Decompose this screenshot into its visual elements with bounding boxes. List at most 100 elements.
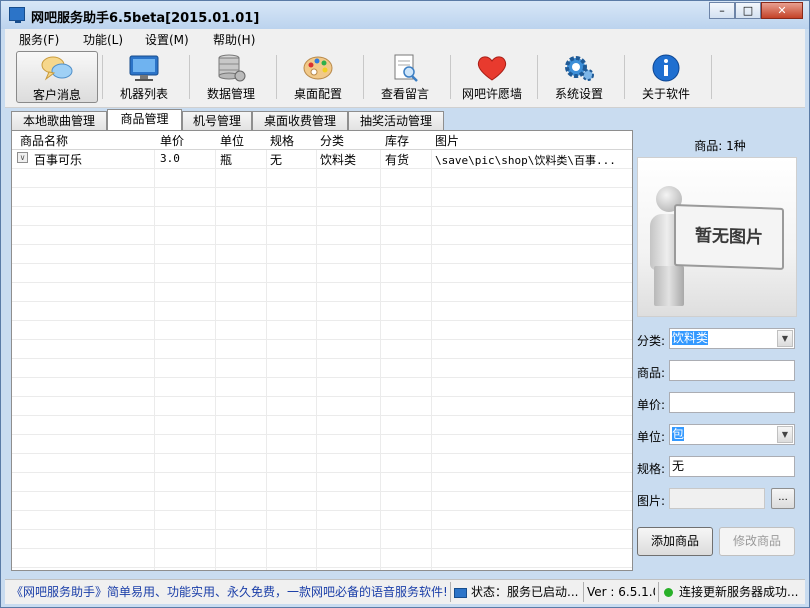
column-header-name[interactable]: 商品名称 xyxy=(20,132,68,149)
menu-bar: 服务(F) 功能(L) 设置(M) 帮助(H) xyxy=(5,29,805,49)
title-bar: 网吧服务助手6.5beta[2015.01.01] – □ ✕ xyxy=(1,1,809,29)
cell-image: \save\pic\shop\饮料类\百事... xyxy=(435,154,616,167)
table-row[interactable]: ∨ 百事可乐 3.0 瓶 无 饮料类 有货 \save\pic\shop\饮料类… xyxy=(12,150,632,168)
column-header-image[interactable]: 图片 xyxy=(435,132,459,149)
spec-row: 规格: 无 xyxy=(637,456,803,478)
chevron-down-icon[interactable]: ▼ xyxy=(777,426,793,443)
tool-system-settings[interactable]: 系统设置 xyxy=(538,51,620,103)
tool-wish-wall[interactable]: 网吧许愿墙 xyxy=(451,51,533,103)
category-select[interactable]: 饮料类 ▼ xyxy=(669,328,795,349)
chevron-down-icon[interactable]: ▼ xyxy=(777,330,793,347)
unit-selected-value: 包 xyxy=(672,427,685,441)
palette-icon xyxy=(301,53,335,83)
status-divider xyxy=(658,582,659,602)
tool-about[interactable]: 关于软件 xyxy=(625,51,707,103)
product-input[interactable] xyxy=(669,360,795,381)
category-row: 分类: 饮料类 ▼ xyxy=(637,328,803,350)
status-version: Ver : 6.5.1.0 xyxy=(587,585,655,599)
app-monitor-icon xyxy=(9,7,25,23)
status-divider xyxy=(450,582,451,602)
status-divider xyxy=(583,582,584,602)
price-input[interactable] xyxy=(669,392,795,413)
info-icon xyxy=(649,53,683,83)
status-connection: 连接更新服务器成功... xyxy=(662,583,802,601)
product-image-preview: 暂无图片 xyxy=(637,157,797,317)
monitor-icon xyxy=(127,53,161,83)
tool-label: 系统设置 xyxy=(554,87,603,101)
row-line xyxy=(12,168,632,169)
tab-products[interactable]: 商品管理 xyxy=(107,109,182,130)
tool-machine-list[interactable]: 机器列表 xyxy=(103,51,185,103)
tool-customer-messages[interactable]: 客户消息 xyxy=(16,51,98,103)
row-line xyxy=(12,225,632,226)
monitor-icon xyxy=(454,587,467,598)
row-line xyxy=(12,491,632,492)
product-count: 商品: 1种 xyxy=(694,139,746,153)
tab-lottery[interactable]: 抽奖活动管理 xyxy=(348,111,444,130)
tab-local-songs[interactable]: 本地歌曲管理 xyxy=(11,111,107,130)
maximize-button[interactable]: □ xyxy=(735,2,761,19)
price-row: 单价: xyxy=(637,392,803,414)
status-connection-text: 连接更新服务器成功... xyxy=(679,585,799,599)
row-line xyxy=(12,567,632,568)
row-line xyxy=(12,434,632,435)
column-header-price[interactable]: 单价 xyxy=(160,132,184,149)
status-bar: 《网吧服务助手》简单易用、功能实用、永久免费，一款网吧必备的语音服务软件! 状态… xyxy=(5,579,805,604)
tool-label: 客户消息 xyxy=(32,88,81,102)
close-button[interactable]: ✕ xyxy=(761,2,803,19)
column-header-category[interactable]: 分类 xyxy=(320,132,344,149)
tab-machine-numbers[interactable]: 机号管理 xyxy=(182,111,252,130)
status-slogan: 《网吧服务助手》简单易用、功能实用、永久免费，一款网吧必备的语音服务软件! xyxy=(11,585,447,599)
status-state: 状态：服务已启动... xyxy=(454,583,580,601)
row-line xyxy=(12,377,632,378)
minimize-button[interactable]: – xyxy=(709,2,735,19)
price-label: 单价: xyxy=(637,398,666,412)
row-line xyxy=(12,187,632,188)
database-icon xyxy=(214,53,248,83)
heart-icon xyxy=(475,53,509,83)
grid-line xyxy=(316,131,317,570)
tool-desktop-config[interactable]: 桌面配置 xyxy=(277,51,359,103)
menu-service[interactable]: 服务(F) xyxy=(19,31,59,48)
unit-label: 单位: xyxy=(637,430,666,444)
cell-price: 3.0 xyxy=(160,152,180,165)
grid-line xyxy=(266,131,267,570)
tool-view-messages[interactable]: 查看留言 xyxy=(364,51,446,103)
row-line xyxy=(12,358,632,359)
row-line xyxy=(12,529,632,530)
tool-label: 查看留言 xyxy=(380,87,429,101)
add-product-button[interactable]: 添加商品 xyxy=(637,527,713,556)
row-line xyxy=(12,301,632,302)
menu-settings[interactable]: 设置(M) xyxy=(145,31,189,48)
row-line xyxy=(12,206,632,207)
tool-label: 数据管理 xyxy=(206,87,255,101)
image-row: 图片: ... xyxy=(637,488,803,510)
grid-line xyxy=(154,131,155,570)
row-line xyxy=(12,320,632,321)
menu-function[interactable]: 功能(L) xyxy=(83,31,123,48)
unit-select[interactable]: 包 ▼ xyxy=(669,424,795,445)
menu-help[interactable]: 帮助(H) xyxy=(213,31,255,48)
row-line xyxy=(12,244,632,245)
tool-label: 机器列表 xyxy=(119,87,168,101)
image-label: 图片: xyxy=(637,494,666,508)
row-line xyxy=(12,396,632,397)
document-search-icon xyxy=(388,53,422,83)
product-table: 商品名称 单价 单位 规格 分类 库存 图片 ∨ 百事可乐 3.0 瓶 无 饮料… xyxy=(11,130,633,571)
column-header-spec[interactable]: 规格 xyxy=(270,132,294,149)
tool-data-management[interactable]: 数据管理 xyxy=(190,51,272,103)
window-controls: – □ ✕ xyxy=(709,2,803,19)
unit-row: 单位: 包 ▼ xyxy=(637,424,803,446)
row-line xyxy=(12,339,632,340)
spec-input[interactable]: 无 xyxy=(669,456,795,477)
app-window: 网吧服务助手6.5beta[2015.01.01] – □ ✕ 服务(F) 功能… xyxy=(0,0,810,608)
row-line xyxy=(12,263,632,264)
tab-desktop-billing[interactable]: 桌面收费管理 xyxy=(252,111,348,130)
browse-button[interactable]: ... xyxy=(771,488,795,509)
column-header-stock[interactable]: 库存 xyxy=(385,132,409,149)
column-header-unit[interactable]: 单位 xyxy=(220,132,244,149)
window-title: 网吧服务助手6.5beta[2015.01.01] xyxy=(31,11,260,26)
cell-unit: 瓶 xyxy=(220,153,233,167)
tool-label: 网吧许愿墙 xyxy=(461,87,522,101)
spec-label: 规格: xyxy=(637,462,666,476)
